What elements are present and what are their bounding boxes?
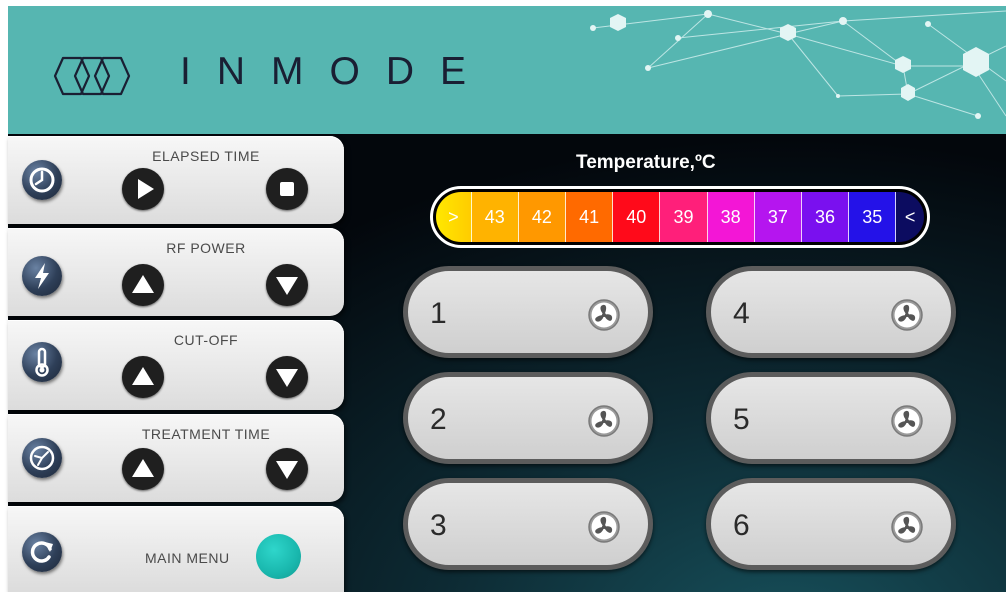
- lightning-icon: [22, 256, 62, 296]
- rf-power-up-button[interactable]: [122, 264, 164, 306]
- thermometer-icon: [22, 342, 62, 382]
- treatment-time-up-button[interactable]: [122, 448, 164, 490]
- zone-number: 2: [430, 403, 447, 436]
- temperature-end-marker: <: [896, 192, 924, 242]
- zone-button-2[interactable]: 2: [403, 372, 653, 464]
- stop-button[interactable]: [266, 168, 308, 210]
- temperature-cell: 35: [849, 192, 897, 242]
- zone-number: 5: [733, 403, 750, 436]
- temperature-cell: 43: [471, 192, 519, 242]
- main-menu-label: MAIN MENU: [145, 550, 230, 566]
- temperature-cell: 39: [660, 192, 708, 242]
- inmode-logo-icon: [53, 56, 131, 96]
- arrow-down-icon: [276, 369, 298, 387]
- fan-icon: [588, 511, 620, 543]
- cut-off-up-button[interactable]: [122, 356, 164, 398]
- temperature-start-marker: >: [436, 192, 472, 242]
- zone-button-3[interactable]: 3: [403, 478, 653, 570]
- rf-power-down-button[interactable]: [266, 264, 308, 306]
- temperature-cell: 37: [754, 192, 802, 242]
- zone-button-4[interactable]: 4: [706, 266, 956, 358]
- network-decoration: [590, 10, 1006, 119]
- arrow-up-icon: [132, 275, 154, 293]
- elapsed-time-card: ELAPSED TIME: [8, 136, 344, 224]
- temperature-cell: 42: [518, 192, 567, 242]
- arrow-up-icon: [132, 459, 154, 477]
- zone-number: 6: [733, 509, 750, 542]
- rf-power-label: RF POWER: [166, 240, 246, 256]
- clock-icon: [22, 160, 62, 200]
- fan-icon: [588, 405, 620, 437]
- temperature-scale: > 43 42 41 40 39 38 37 36 35 <: [430, 186, 930, 248]
- cut-off-label: CUT-OFF: [173, 332, 239, 348]
- fan-icon: [891, 511, 923, 543]
- fan-icon: [891, 405, 923, 437]
- play-button[interactable]: [122, 168, 164, 210]
- zone-number: 4: [733, 297, 750, 330]
- stop-icon: [280, 182, 294, 196]
- temperature-cell: 40: [613, 192, 661, 242]
- fan-icon: [588, 299, 620, 331]
- arrow-down-icon: [276, 461, 298, 479]
- play-icon: [138, 179, 154, 199]
- rf-power-card: RF POWER: [8, 228, 344, 316]
- zone-number: 1: [430, 297, 447, 330]
- brand-name: INMODE: [180, 50, 492, 93]
- temperature-title: Temperature,ºC: [576, 152, 716, 173]
- header: INMODE: [8, 6, 1006, 134]
- main-menu-button[interactable]: [256, 534, 301, 579]
- zone-number: 3: [430, 509, 447, 542]
- main-menu-card[interactable]: MAIN MENU: [8, 506, 344, 592]
- treatment-time-label: TREATMENT TIME: [141, 426, 271, 442]
- refresh-icon: [22, 532, 62, 572]
- temperature-cell: 41: [566, 192, 614, 242]
- elapsed-time-label: ELAPSED TIME: [152, 148, 260, 164]
- treatment-time-card: TREATMENT TIME: [8, 414, 344, 502]
- fan-icon: [891, 299, 923, 331]
- zone-button-5[interactable]: 5: [706, 372, 956, 464]
- temperature-cell: 38: [707, 192, 755, 242]
- temperature-cell: 36: [801, 192, 850, 242]
- treatment-time-down-button[interactable]: [266, 448, 308, 490]
- zone-button-6[interactable]: 6: [706, 478, 956, 570]
- cut-off-card: CUT-OFF: [8, 320, 344, 410]
- arrow-up-icon: [132, 367, 154, 385]
- zone-button-1[interactable]: 1: [403, 266, 653, 358]
- arrow-down-icon: [276, 277, 298, 295]
- timer-icon: [22, 438, 62, 478]
- cut-off-down-button[interactable]: [266, 356, 308, 398]
